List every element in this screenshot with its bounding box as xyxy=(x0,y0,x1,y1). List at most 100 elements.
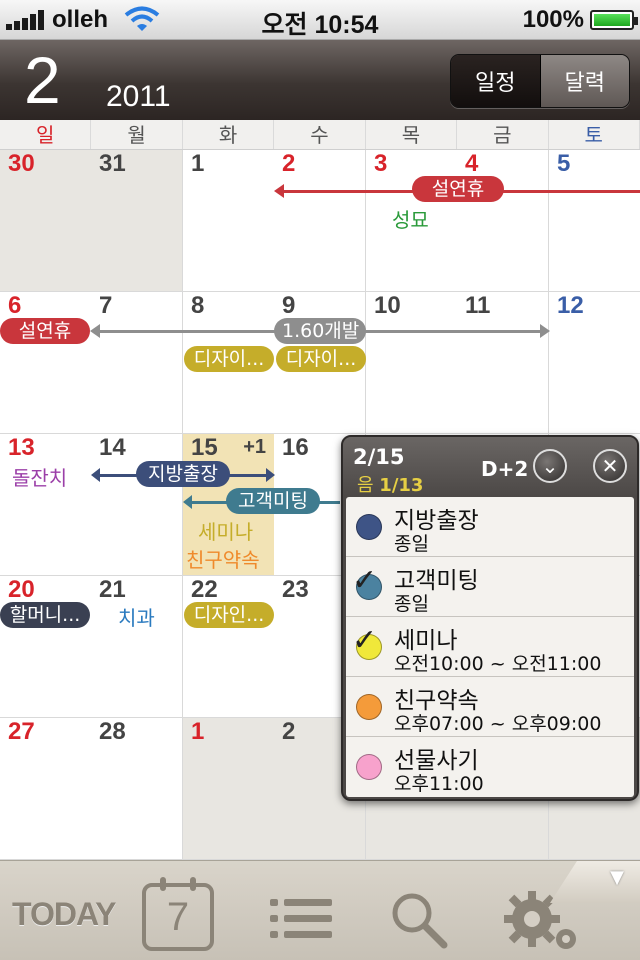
day-cell[interactable]: 12 xyxy=(549,292,640,434)
event-design[interactable]: 디자이... xyxy=(184,346,274,372)
popup-lunar-date: 음 1/13 xyxy=(357,471,423,497)
day-number: 2 xyxy=(282,718,296,745)
day-number: 21 xyxy=(99,576,126,603)
day-cell[interactable]: 27 xyxy=(0,718,92,860)
day-cell[interactable]: 28 xyxy=(91,718,183,860)
lunar-label: 음 xyxy=(357,475,374,496)
list-item[interactable]: ✓ 고객미팅 종일 xyxy=(346,557,634,617)
day-cell[interactable]: 6 xyxy=(0,292,92,434)
day-cell[interactable]: 14 xyxy=(91,434,183,576)
event-time: 오후07:00 ~ 오후09:00 xyxy=(394,713,602,735)
day-cell[interactable]: 11 xyxy=(457,292,549,434)
day-number: 13 xyxy=(8,434,35,461)
day-number: 22 xyxy=(191,576,218,603)
event-time: 오후11:00 xyxy=(394,773,484,795)
event-design[interactable]: 디자이... xyxy=(276,346,366,372)
chevron-down-icon: ▼ xyxy=(610,867,624,888)
checkmark-icon: ✓ xyxy=(352,563,378,598)
event-color-dot xyxy=(356,514,382,540)
popup-dday: D+2 xyxy=(481,457,529,481)
list-item[interactable]: 친구약속 오후07:00 ~ 오후09:00 xyxy=(346,677,634,737)
event-grandma[interactable]: 할머니... xyxy=(0,602,90,628)
day-cell[interactable]: 21 xyxy=(91,576,183,718)
event-dev[interactable]: 1.60개발 xyxy=(274,318,366,344)
battery-percent: 100% xyxy=(522,6,584,33)
day-cell[interactable]: 22 xyxy=(183,576,275,718)
event-color-dot xyxy=(356,754,382,780)
arrow-left-icon xyxy=(183,495,192,509)
day-number: 3 xyxy=(374,150,388,177)
tab-schedule[interactable]: 일정 xyxy=(451,55,541,107)
day-cell[interactable]: 10 xyxy=(366,292,458,434)
list-item[interactable]: 지방출장 종일 xyxy=(346,497,634,557)
close-icon[interactable]: ✕ xyxy=(593,449,627,483)
day-cell[interactable]: 5 xyxy=(549,150,640,292)
event-friend-meeting[interactable]: 친구약속 xyxy=(186,544,260,573)
calendar-header: 2 2011 일정 달력 xyxy=(0,40,640,120)
arrow-right-icon xyxy=(540,324,550,338)
list-icon[interactable] xyxy=(270,899,332,939)
event-seminar[interactable]: 세미나 xyxy=(198,516,253,545)
event-seollal-holiday[interactable]: 설연휴 xyxy=(412,176,504,202)
day-number: 15 xyxy=(191,434,218,461)
day-cell[interactable]: 4 xyxy=(457,150,549,292)
search-icon[interactable] xyxy=(388,889,448,949)
popup-event-list: 지방출장 종일 ✓ 고객미팅 종일 ✓ 세미나 오전10:00 ~ 오전11:0… xyxy=(346,497,634,797)
month-number: 2 xyxy=(24,43,61,117)
status-bar: olleh 오전 10:54 100% xyxy=(0,0,640,40)
day-number: 16 xyxy=(282,434,309,461)
weekday-sat: 토 xyxy=(549,120,640,149)
day-cell[interactable]: 13 xyxy=(0,434,92,576)
weekday-sun: 일 xyxy=(0,120,92,149)
day-cell[interactable]: 20 xyxy=(0,576,92,718)
popup-date: 2/15 xyxy=(353,445,405,469)
day-cell[interactable]: 7 xyxy=(91,292,183,434)
arrow-left-icon xyxy=(274,184,284,198)
event-business-trip[interactable]: 지방출장 xyxy=(136,461,230,487)
day-number: 11 xyxy=(465,292,491,319)
day-cell[interactable]: 30 xyxy=(0,150,92,292)
view-segmented-control: 일정 달력 xyxy=(450,54,630,108)
day-number: 7 xyxy=(99,292,113,319)
day-number: 20 xyxy=(8,576,35,603)
day-cell[interactable]: 1 xyxy=(183,718,275,860)
list-item[interactable]: ✓ 세미나 오전10:00 ~ 오전11:00 xyxy=(346,617,634,677)
day-number: 10 xyxy=(374,292,401,319)
toolbar-expand-tab[interactable]: ▼ xyxy=(550,861,640,903)
day-number: 31 xyxy=(99,150,126,177)
day-number: 14 xyxy=(99,434,126,461)
event-doljanchi[interactable]: 돌잔치 xyxy=(12,462,67,491)
bottom-toolbar: TODAY 7 ▼ xyxy=(0,860,640,960)
day-cell[interactable]: 31 xyxy=(91,150,183,292)
calendar-day-number: 7 xyxy=(166,895,190,939)
event-seollal-holiday[interactable]: 설연휴 xyxy=(0,318,90,344)
day-cell[interactable]: 1 xyxy=(183,150,275,292)
event-dentist[interactable]: 치과 xyxy=(118,602,155,631)
chevron-down-icon[interactable]: ⌄ xyxy=(533,449,567,483)
event-client-meeting[interactable]: 고객미팅 xyxy=(226,488,320,514)
checkmark-icon: ✓ xyxy=(352,623,378,658)
year-label: 2011 xyxy=(106,80,171,113)
day-cell[interactable]: 2 xyxy=(274,150,366,292)
event-time: 종일 xyxy=(394,533,429,555)
event-time: 종일 xyxy=(394,593,429,615)
arrow-left-icon xyxy=(90,324,100,338)
more-events-badge: +1 xyxy=(243,436,266,458)
arrow-left-icon xyxy=(91,468,100,482)
calendar-day-icon[interactable]: 7 xyxy=(142,877,214,951)
day-number: 2 xyxy=(282,150,296,177)
tab-calendar[interactable]: 달력 xyxy=(540,55,629,107)
day-number: 8 xyxy=(191,292,205,319)
day-number: 23 xyxy=(282,576,309,603)
event-design[interactable]: 디자인... xyxy=(184,602,274,628)
day-number: 27 xyxy=(8,718,35,745)
weekday-mon: 월 xyxy=(91,120,183,149)
day-number: 6 xyxy=(8,292,22,319)
popup-header: 2/15 음 1/13 D+2 ⌄ ✕ xyxy=(343,437,637,497)
event-seongmyo[interactable]: 성묘 xyxy=(392,204,429,233)
today-button[interactable]: TODAY xyxy=(12,896,116,933)
battery-icon xyxy=(590,10,638,30)
day-number: 1 xyxy=(191,150,205,177)
weekday-fri: 금 xyxy=(457,120,549,149)
list-item[interactable]: 선물사기 오후11:00 xyxy=(346,737,634,797)
